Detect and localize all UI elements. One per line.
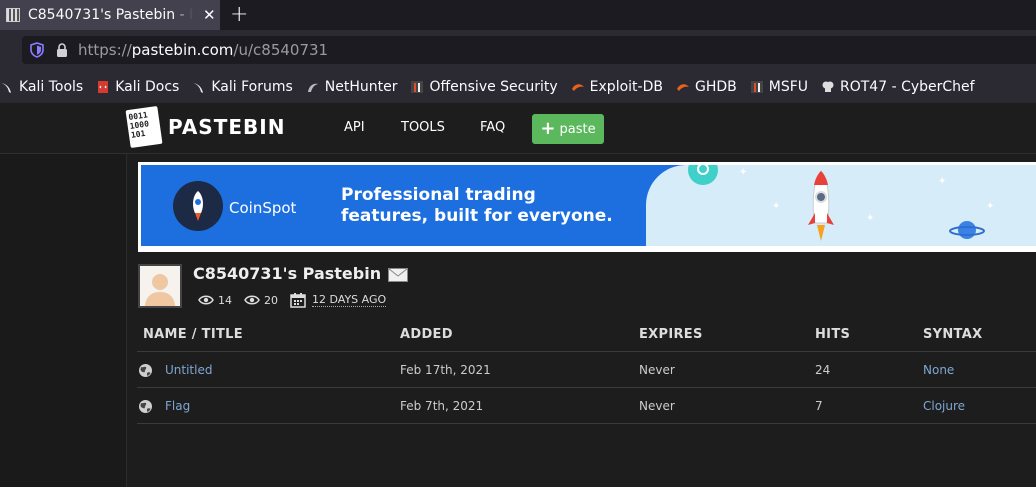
- new-tab-icon[interactable]: +: [230, 2, 248, 27]
- public-globe-icon: [139, 364, 152, 377]
- star-icon: ✦: [986, 201, 995, 212]
- bookmark-exploit-db[interactable]: Exploit-DB: [571, 79, 663, 95]
- paste-added: Feb 7th, 2021: [400, 399, 484, 413]
- bookmark-ghdb[interactable]: GHDB: [676, 79, 737, 95]
- paste-syntax-link[interactable]: Clojure: [923, 399, 965, 413]
- paste-button-label: paste: [559, 121, 596, 137]
- total-views: 14: [218, 293, 232, 307]
- kali-docs-icon: [98, 80, 109, 93]
- url-text: https://pastebin.com/u/c8540731: [78, 41, 329, 59]
- bookmark-kali-forums[interactable]: Kali Forums: [192, 79, 293, 95]
- paste-expires: Never: [639, 363, 675, 377]
- bookmark-kali-tools[interactable]: Kali Tools: [0, 79, 83, 95]
- profile-stats: 14 20 12 DAYS AGO: [198, 292, 387, 308]
- new-paste-button[interactable]: + paste: [532, 114, 604, 144]
- bookmark-nethunter[interactable]: NetHunter: [306, 79, 397, 95]
- close-tab-icon[interactable]: ✕: [203, 6, 216, 24]
- nav-tools[interactable]: TOOLS: [401, 120, 445, 135]
- column-header-syntax[interactable]: SYNTAX: [923, 327, 982, 342]
- column-header-expires[interactable]: EXPIRES: [639, 327, 703, 342]
- offsec-icon: [411, 80, 424, 93]
- rocket-icon: [808, 170, 834, 241]
- planet-icon: [949, 221, 985, 239]
- bookmark-msfu[interactable]: MSFU: [750, 79, 808, 95]
- column-header-added[interactable]: ADDED: [400, 327, 453, 342]
- star-icon: ✦: [772, 201, 781, 212]
- star-icon: ✦: [938, 176, 947, 187]
- left-gutter: [0, 154, 126, 487]
- pastebin-favicon-icon: [6, 8, 20, 22]
- table-divider: [137, 351, 1036, 352]
- eye-icon: [198, 295, 214, 305]
- ad-headline: Professional trading features, built for…: [341, 185, 613, 226]
- exploitdb-icon: [676, 83, 689, 91]
- table-row-divider: [137, 387, 1036, 388]
- paste-hits: 24: [815, 363, 831, 377]
- nethunter-icon: [307, 83, 318, 92]
- page-content: 0011 1000 101 PASTEBIN API TOOLS FAQ + p…: [0, 103, 1036, 487]
- ad-brand: CoinSpot: [229, 199, 297, 217]
- site-header: 0011 1000 101 PASTEBIN API TOOLS FAQ + p…: [0, 103, 1036, 154]
- kali-dragon-icon: [1, 82, 11, 93]
- exploitdb-icon: [571, 83, 584, 91]
- bookmark-kali-docs[interactable]: Kali Docs: [96, 79, 179, 95]
- pastebin-logo-icon: 0011 1000 101: [125, 105, 163, 149]
- star-icon: ✦: [739, 167, 748, 178]
- calendar-icon: [290, 293, 306, 308]
- paste-title-link[interactable]: Untitled: [165, 363, 212, 377]
- plus-icon: +: [540, 118, 556, 139]
- cyberchef-icon: [822, 81, 834, 92]
- navigation-toolbar: https://pastebin.com/u/c8540731: [0, 30, 1036, 70]
- kali-dragon-icon: [193, 82, 204, 93]
- table-row-divider: [137, 423, 1036, 424]
- advertisement-banner[interactable]: CoinSpot Professional trading features, …: [138, 162, 1036, 252]
- tab-strip: C8540731's Pastebin - Pastebin.com ✕ +: [0, 0, 1036, 30]
- divider: [126, 154, 127, 487]
- paste-expires: Never: [639, 399, 675, 413]
- bookmark-offensive-security[interactable]: Offensive Security: [410, 79, 558, 95]
- active-tab[interactable]: C8540731's Pastebin - Pastebin.com ✕: [0, 0, 220, 30]
- search-bubble-icon: [688, 165, 718, 185]
- mail-icon[interactable]: [388, 268, 408, 282]
- pastebin-logo[interactable]: 0011 1000 101 PASTEBIN: [125, 105, 286, 149]
- bookmarks-toolbar: Kali Tools Kali Docs Kali Forums NetHunt…: [0, 70, 1036, 103]
- coinspot-logo-icon: [173, 181, 223, 231]
- eye-icon: [244, 295, 260, 305]
- logo-text: PASTEBIN: [168, 115, 286, 139]
- ad-creative: CoinSpot Professional trading features, …: [141, 165, 1036, 246]
- avatar[interactable]: [138, 264, 182, 308]
- tab-title: C8540731's Pastebin - Pastebin.com: [28, 7, 193, 23]
- paste-title-link[interactable]: Flag: [165, 399, 190, 413]
- public-globe-icon: [139, 400, 152, 413]
- profile-name: C8540731's Pastebin: [193, 264, 382, 283]
- account-age: 12 DAYS AGO: [312, 293, 387, 307]
- bookmark-cyberchef[interactable]: ROT47 - CyberChef: [821, 79, 975, 95]
- address-bar[interactable]: https://pastebin.com/u/c8540731: [22, 36, 1036, 64]
- lock-icon[interactable]: [56, 43, 68, 57]
- column-header-hits[interactable]: HITS: [815, 327, 850, 342]
- column-header-name[interactable]: NAME / TITLE: [143, 327, 243, 342]
- total-hits: 20: [264, 293, 278, 307]
- paste-added: Feb 17th, 2021: [400, 363, 491, 377]
- paste-hits: 7: [815, 399, 823, 413]
- nav-api[interactable]: API: [344, 120, 365, 135]
- star-icon: ✦: [866, 213, 875, 224]
- paste-syntax-link[interactable]: None: [923, 363, 954, 377]
- offsec-icon: [750, 80, 763, 93]
- nav-faq[interactable]: FAQ: [480, 120, 505, 135]
- tracking-shield-icon[interactable]: [30, 42, 44, 58]
